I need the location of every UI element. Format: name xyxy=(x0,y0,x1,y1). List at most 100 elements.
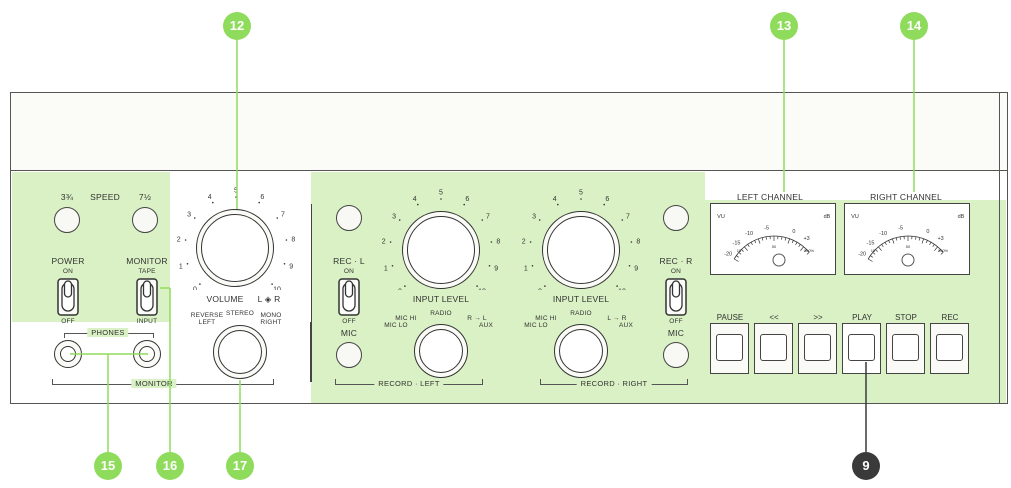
vu-tick xyxy=(929,242,932,245)
volume-tick-dot xyxy=(212,201,214,204)
vu-scale-label: +3 xyxy=(937,236,943,242)
vu-scale-label: -15 xyxy=(733,241,741,247)
input-right-tick-dot xyxy=(580,198,582,200)
volume-label: VOLUME xyxy=(206,294,244,304)
rec-right-off-label: OFF xyxy=(669,318,683,325)
vu-tick xyxy=(895,237,898,241)
power-on-label: ON xyxy=(62,268,74,275)
vu-tick xyxy=(798,244,801,247)
input-right-tick-dot xyxy=(538,219,541,221)
transport-button-face xyxy=(892,334,919,361)
balance-label: L ◈ R xyxy=(257,294,281,304)
rec-right-mic-label: MIC xyxy=(667,328,685,338)
record-left-label: RECORD · LEFT xyxy=(374,379,444,388)
input-right-knob[interactable] xyxy=(542,211,620,289)
monitor-toggle-switch[interactable] xyxy=(135,276,159,318)
power-toggle-switch[interactable] xyxy=(56,276,80,318)
vu-tick xyxy=(925,240,928,244)
volume-tick-dot xyxy=(199,283,201,285)
vu-scale-label: 0 xyxy=(792,229,795,235)
volume-tick-label: 3 xyxy=(187,211,191,218)
volume-tick-label: 9 xyxy=(289,263,293,270)
input-right-tick-label: 0 xyxy=(538,289,542,291)
vu-tick xyxy=(899,236,901,240)
volume-tick-dot xyxy=(276,217,279,219)
volume-tick-label: 0 xyxy=(193,287,197,291)
speed-slow-button[interactable] xyxy=(54,207,80,233)
input-left-selector-knob[interactable] xyxy=(414,324,468,378)
callout-15: 15 xyxy=(94,452,122,480)
left-vu-scale: -20-15 -10 -5 0 +3 10 50 100% VU dB xyxy=(717,214,831,267)
transport-play-button[interactable] xyxy=(842,323,881,374)
rec-left-mic-label: MIC xyxy=(340,328,358,338)
volume-tick-dot xyxy=(285,239,288,241)
input-left-tick-label: 6 xyxy=(465,196,469,203)
vu-tick xyxy=(868,258,873,262)
callout-9: 9 xyxy=(852,452,880,480)
input-left-knob[interactable] xyxy=(402,211,480,289)
rec-right-mic-button[interactable] xyxy=(663,342,689,368)
input-left-tick-label: 1 xyxy=(384,265,388,272)
input-right-tick-label: 2 xyxy=(522,238,526,245)
transport-label: >> xyxy=(813,313,823,322)
input-left-tick-dot xyxy=(389,241,392,243)
input-left-tick-dot xyxy=(488,265,491,267)
vu-tick xyxy=(734,258,739,262)
input-right-tick-label: 5 xyxy=(579,190,583,197)
volume-knob[interactable] xyxy=(196,209,274,287)
vu-tick xyxy=(781,236,783,240)
volume-tick-label: 8 xyxy=(291,236,295,243)
input-right-aux-label: AUX xyxy=(619,322,633,329)
transport-button-face xyxy=(804,334,831,361)
input-right-tick-dot xyxy=(531,265,534,267)
callout-14: 14 xyxy=(900,12,928,40)
speed-fast-button[interactable] xyxy=(132,207,158,233)
vu-percent-label: 10 xyxy=(871,248,876,253)
vu-tick xyxy=(870,255,873,258)
transport-button-face xyxy=(716,334,743,361)
rec-left-mic-button[interactable] xyxy=(336,342,362,368)
input-right-tick-label: 9 xyxy=(634,265,638,272)
input-left-mic-hi-label: MIC HI xyxy=(395,315,417,322)
transport-rewind-button[interactable] xyxy=(754,323,793,374)
transport-stop-button[interactable] xyxy=(886,323,925,374)
vu-tick xyxy=(921,238,925,244)
input-right-tick-label: 8 xyxy=(636,238,640,245)
rec-right-toggle-switch[interactable] xyxy=(664,276,688,318)
mode-selector-knob[interactable] xyxy=(213,325,267,379)
vu-tick xyxy=(884,242,887,245)
transport-record-button[interactable] xyxy=(930,323,969,374)
input-left-tick-label: 8 xyxy=(496,238,500,245)
input-right-tick-dot xyxy=(544,285,546,287)
phones-jack-right[interactable] xyxy=(133,340,161,368)
vu-percent-label: 50 xyxy=(772,244,777,249)
vu-percent-label: 100% xyxy=(938,248,949,253)
phones-jack-left[interactable] xyxy=(54,340,82,368)
vu-scale-label: -5 xyxy=(764,226,769,232)
input-left-tick-dot xyxy=(481,219,484,221)
rec-right-top-button[interactable] xyxy=(663,205,689,231)
rec-left-top-button[interactable] xyxy=(336,205,362,231)
mode-reverse-left-label: REVERSE LEFT xyxy=(190,312,224,326)
vu-tick xyxy=(747,244,750,247)
transport-fast-forward-button[interactable] xyxy=(798,323,837,374)
vu-tick xyxy=(891,238,895,244)
record-left-tick xyxy=(335,379,336,384)
input-left-tick-dot xyxy=(391,265,394,267)
vu-scale-label: -10 xyxy=(879,231,887,237)
speed-label: SPEED xyxy=(90,192,120,202)
input-right-selector-knob[interactable] xyxy=(554,324,608,378)
volume-tick-label: 1 xyxy=(179,263,183,270)
transport-pause-button[interactable] xyxy=(710,323,749,374)
left-vu-meter: -20 -15 -10 -5 0 +3 10 50 100% VU dB xyxy=(710,203,836,275)
rec-left-toggle-switch[interactable] xyxy=(337,276,361,318)
input-left-tick-dot xyxy=(490,241,493,243)
monitor-section-label: MONITOR xyxy=(131,379,177,388)
record-left-tick xyxy=(482,379,483,384)
input-left-tick-dot xyxy=(417,203,419,206)
volume-tick-label: 6 xyxy=(260,194,264,201)
record-right-tick xyxy=(687,379,688,384)
power-off-label: OFF xyxy=(61,318,75,325)
vu-tick xyxy=(932,244,935,247)
input-left-tick-label: 4 xyxy=(413,196,417,203)
